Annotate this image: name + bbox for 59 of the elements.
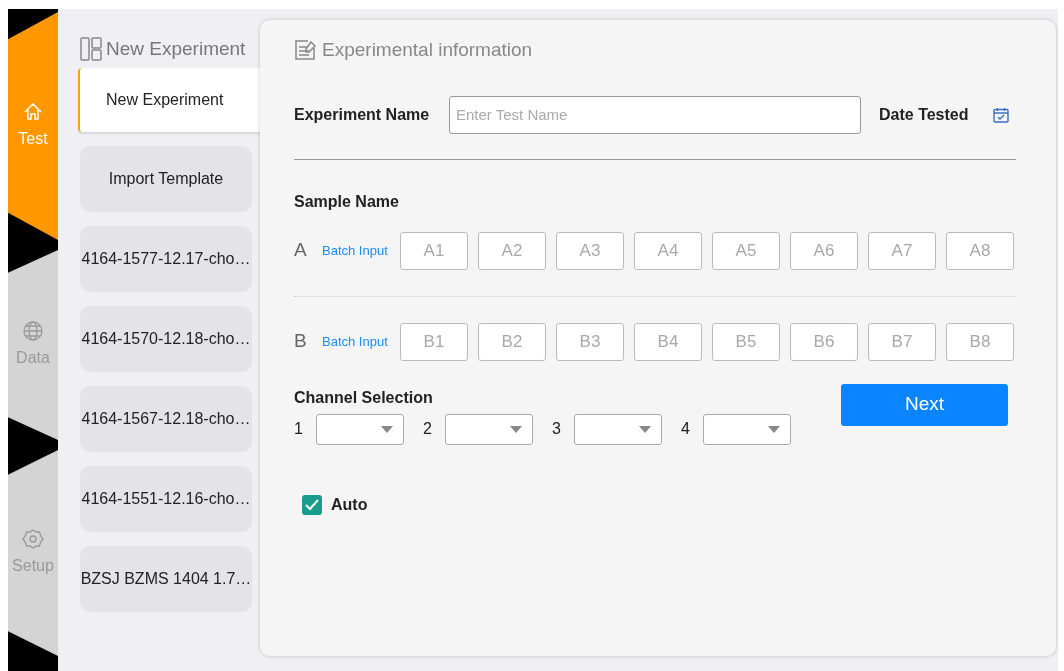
batch-input-link[interactable]: Batch Input [322,240,400,261]
channel-number: 1 [294,419,304,439]
caret-icon [639,425,651,433]
section-label: Sample Name [294,191,400,212]
sidebar-item[interactable]: 4164-1567-12.18-cho… [80,386,252,452]
channel-dropdown[interactable] [316,413,404,445]
sample-field[interactable]: A5 [712,231,780,270]
sidebar-item[interactable]: 4164-1570-12.18-cho… [80,306,252,372]
form-title: Experimental information [322,38,533,62]
channel-number: 3 [552,419,562,439]
channel-dropdown[interactable] [574,413,662,445]
sample-field[interactable]: B6 [790,322,858,361]
sample-field[interactable]: A7 [868,231,936,270]
sample-field[interactable]: A4 [634,231,702,270]
sample-field[interactable]: A2 [478,231,546,270]
sample-field[interactable]: A3 [556,231,624,270]
gear-icon [22,528,44,550]
channel-number: 2 [423,419,433,439]
sample-field[interactable]: B3 [556,322,624,361]
sample-field[interactable]: B5 [712,322,780,361]
check-icon [305,498,319,511]
sample-field[interactable]: A8 [946,231,1014,270]
auto-checkbox[interactable] [302,494,322,515]
calendar-icon[interactable] [992,106,1009,123]
checkbox-label: Auto [331,494,368,515]
caret-icon [381,425,393,433]
document-icon [294,39,318,62]
row-label: B [294,329,308,354]
sample-field[interactable]: B8 [946,322,1014,361]
next-button[interactable]: Next [841,383,1008,426]
nav-tab[interactable]: Setup [8,450,58,656]
sidebar-item[interactable]: Import Template [80,146,252,212]
sidebar-item[interactable]: 4164-1551-12.16-cho… [80,466,252,532]
caret-icon [768,425,780,433]
layout-icon [80,37,102,61]
sample-field[interactable]: B7 [868,322,936,361]
channel-number: 4 [681,419,691,439]
channel-dropdown[interactable] [445,413,533,445]
sidebar-item[interactable]: New Experiment [78,68,260,132]
sidebar-item[interactable]: 4164-1577-12.17-cho… [80,226,252,292]
channel-dropdown[interactable] [703,413,791,445]
sidebar-item[interactable]: BZSJ BZMS 1404 1.7… [80,546,252,612]
section-label: Channel Selection [294,387,433,408]
globe-icon [22,320,44,342]
nav-tab[interactable]: Data [8,250,58,440]
field-label: Experiment Name [294,104,431,125]
batch-input-link[interactable]: Batch Input [322,331,400,352]
field-label: Date Tested [879,104,969,125]
sample-field[interactable]: A1 [400,231,468,270]
nav-tab[interactable]: Test [8,12,58,240]
home-icon [22,101,44,123]
caret-icon [510,425,522,433]
sample-field[interactable]: B1 [400,322,468,361]
sample-field[interactable]: A6 [790,231,858,270]
name-input[interactable]: Enter Test Name [449,95,861,134]
row-label: A [294,238,308,263]
sidebar-title: New Experiment [106,36,246,61]
sample-field[interactable]: B2 [478,322,546,361]
sample-field[interactable]: B4 [634,322,702,361]
